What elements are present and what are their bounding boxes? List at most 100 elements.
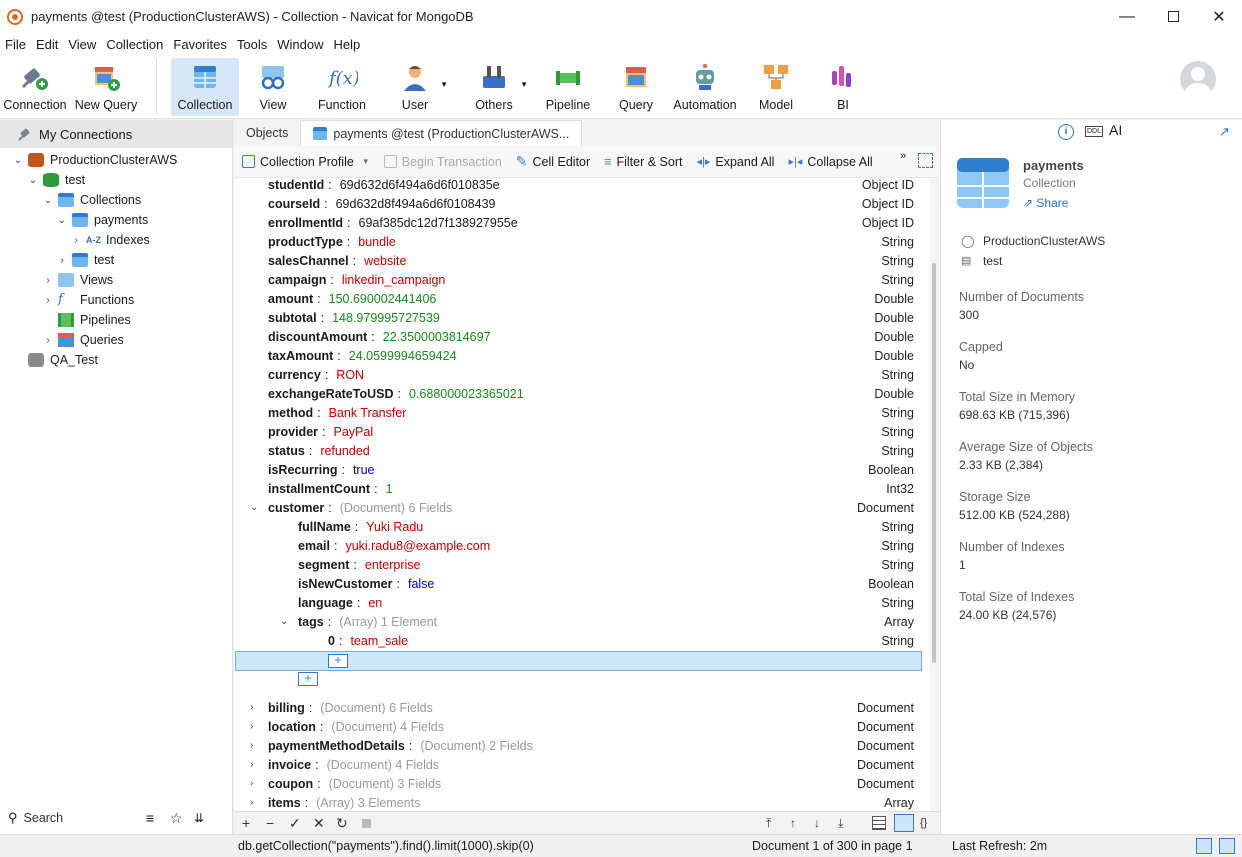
field-row[interactable]: amount:150.690002441406 Double	[234, 289, 924, 308]
model-button[interactable]: Model	[755, 58, 797, 116]
tree-item-payments[interactable]: ⌄ payments	[56, 210, 148, 230]
fullscreen-icon[interactable]	[918, 153, 933, 168]
view-button[interactable]: View	[248, 58, 298, 116]
menu-tools[interactable]: Tools	[232, 37, 272, 52]
collapsed-field-row[interactable]: › items: (Array) 3 Elements Array	[234, 793, 924, 811]
field-value[interactable]: 150.690002441406	[329, 292, 437, 306]
tree-item-database-test[interactable]: ⌄ test	[27, 170, 85, 190]
field-value[interactable]: PayPal	[334, 425, 374, 439]
chevron-down-icon[interactable]: ⌄	[42, 195, 54, 206]
chevron-right-icon[interactable]: ›	[250, 778, 253, 789]
chevron-right-icon[interactable]: ›	[42, 275, 54, 286]
field-row[interactable]: segment: enterprise String	[234, 555, 924, 574]
function-button[interactable]: f(x) Function	[314, 58, 370, 116]
field-value[interactable]: 148.979995727539	[332, 311, 440, 325]
field-row[interactable]: ⌄ customer: (Document) 6 Fields Document	[234, 498, 924, 517]
close-button[interactable]: ✕	[1196, 0, 1242, 33]
field-row[interactable]: 0: team_sale String	[234, 631, 924, 650]
chevron-right-icon[interactable]: ›	[42, 295, 54, 306]
field-value[interactable]: 69af385dc12d7f138927955e	[359, 216, 518, 230]
info-icon[interactable]: i	[1058, 124, 1074, 140]
field-row[interactable]: email: yuki.radu8@example.com String	[234, 536, 924, 555]
field-value[interactable]: (Array) 1 Element	[339, 615, 437, 629]
field-row[interactable]: taxAmount:24.0599994659424 Double	[234, 346, 924, 365]
field-value[interactable]: yuki.radu8@example.com	[345, 539, 490, 553]
field-row[interactable]: method: Bank Transfer String	[234, 403, 924, 422]
connection-button[interactable]: Connection	[3, 58, 67, 116]
field-row[interactable]: fullName: Yuki Radu String	[234, 517, 924, 536]
layout-left-icon[interactable]	[1196, 838, 1212, 854]
field-value[interactable]: en	[368, 596, 382, 610]
scrollbar-thumb[interactable]	[932, 263, 936, 663]
collapse-tree-icon[interactable]: ⇊	[194, 811, 204, 825]
filter-list-icon[interactable]: ≡	[146, 810, 154, 826]
field-row[interactable]: isNewCustomer: false Boolean	[234, 574, 924, 593]
collapsed-field-row[interactable]: › invoice: (Document) 4 Fields Document	[234, 755, 924, 774]
user-avatar-icon[interactable]	[1180, 61, 1216, 97]
field-row[interactable]: courseId:69d632d8f494a6d6f0108439 Object …	[234, 194, 924, 213]
begin-transaction-button[interactable]: Begin Transaction	[383, 155, 502, 169]
maximize-button[interactable]	[1150, 0, 1196, 33]
layout-right-icon[interactable]	[1219, 838, 1235, 854]
chevron-down-icon[interactable]: ⌄	[280, 616, 288, 627]
previous-record-icon[interactable]: ↑	[790, 816, 796, 830]
add-record-icon[interactable]: +	[242, 815, 250, 831]
pipeline-button[interactable]: Pipeline	[541, 58, 595, 116]
field-row[interactable]: ⌄ tags: (Array) 1 Element Array	[234, 612, 924, 631]
grid-view-icon[interactable]	[872, 816, 886, 830]
tree-view-icon[interactable]	[894, 814, 914, 832]
expand-all-button[interactable]: ◂|▸ Expand All	[696, 155, 774, 169]
field-value[interactable]: 69d632d6f494a6d6f010835e	[340, 178, 500, 192]
tree-item-collections[interactable]: ⌄ Collections	[42, 190, 141, 210]
tree-item-indexes[interactable]: › A-Z Indexes	[70, 230, 149, 250]
collapse-all-button[interactable]: ▸|◂ Collapse All	[788, 155, 872, 169]
tree-item-productionclusteraws[interactable]: ⌄ ProductionClusterAWS	[12, 150, 177, 170]
field-row[interactable]: enrollmentId:69af385dc12d7f138927955e Obj…	[234, 213, 924, 232]
minimize-button[interactable]: —	[1104, 0, 1150, 33]
tree-item-functions[interactable]: › f Functions	[42, 290, 134, 310]
expand-panel-icon[interactable]: ↗	[1219, 124, 1230, 140]
field-value[interactable]: 0.688000023365021	[409, 387, 524, 401]
stop-icon[interactable]	[362, 819, 371, 828]
field-row[interactable]: language: en String	[234, 593, 924, 612]
search-input[interactable]: Search	[24, 811, 64, 825]
menu-file[interactable]: File	[0, 37, 31, 52]
chevron-right-icon[interactable]: ›	[42, 335, 54, 346]
share-link[interactable]: ⇗ Share	[1023, 196, 1068, 210]
collapsed-field-row[interactable]: › billing: (Document) 6 Fields Document	[234, 698, 924, 717]
chevron-down-icon[interactable]: ⌄	[27, 175, 39, 186]
field-row[interactable]: status: refunded String	[234, 441, 924, 460]
collapsed-field-row[interactable]: › coupon: (Document) 3 Fields Document	[234, 774, 924, 793]
tab-payments[interactable]: payments @test (ProductionClusterAWS...	[300, 120, 583, 146]
tab-objects[interactable]: Objects	[234, 120, 300, 146]
user-dropdown-arrow-icon[interactable]: ▼	[440, 80, 448, 89]
filter-sort-button[interactable]: ≡ Filter & Sort	[604, 155, 682, 169]
chevron-right-icon[interactable]: ›	[250, 740, 253, 751]
refresh-icon[interactable]: ↻	[336, 815, 348, 832]
field-value[interactable]: website	[364, 254, 406, 268]
chevron-right-icon[interactable]: ›	[250, 702, 253, 713]
field-value[interactable]: 1	[386, 482, 393, 496]
menu-collection[interactable]: Collection	[101, 37, 168, 52]
query-button[interactable]: Query	[615, 58, 657, 116]
field-value[interactable]: 22.3500003814697	[383, 330, 491, 344]
field-row[interactable]: subtotal:148.979995727539 Double	[234, 308, 924, 327]
new-query-button[interactable]: New Query	[74, 58, 138, 116]
field-value[interactable]: team_sale	[350, 634, 408, 648]
field-row[interactable]: installmentCount:1 Int32	[234, 479, 924, 498]
field-value[interactable]: refunded	[320, 444, 369, 458]
more-chevron-icon[interactable]: »	[900, 150, 906, 162]
chevron-right-icon[interactable]: ›	[56, 255, 68, 266]
ai-icon[interactable]: AΙ	[1109, 122, 1122, 138]
next-record-icon[interactable]: ↓	[814, 816, 820, 830]
chevron-right-icon[interactable]: ›	[70, 235, 82, 246]
field-row[interactable]: provider: PayPal String	[234, 422, 924, 441]
ddl-icon[interactable]: DDL	[1085, 126, 1104, 137]
field-value[interactable]: 69d632d8f494a6d6f0108439	[336, 197, 496, 211]
menu-window[interactable]: Window	[272, 37, 328, 52]
collection-button[interactable]: Collection	[171, 58, 239, 116]
field-row[interactable]: studentId:69d632d6f494a6d6f010835e Object…	[234, 178, 924, 194]
tree-item-qa-test[interactable]: QA_Test	[12, 350, 98, 370]
menu-view[interactable]: View	[63, 37, 101, 52]
menu-help[interactable]: Help	[328, 37, 365, 52]
